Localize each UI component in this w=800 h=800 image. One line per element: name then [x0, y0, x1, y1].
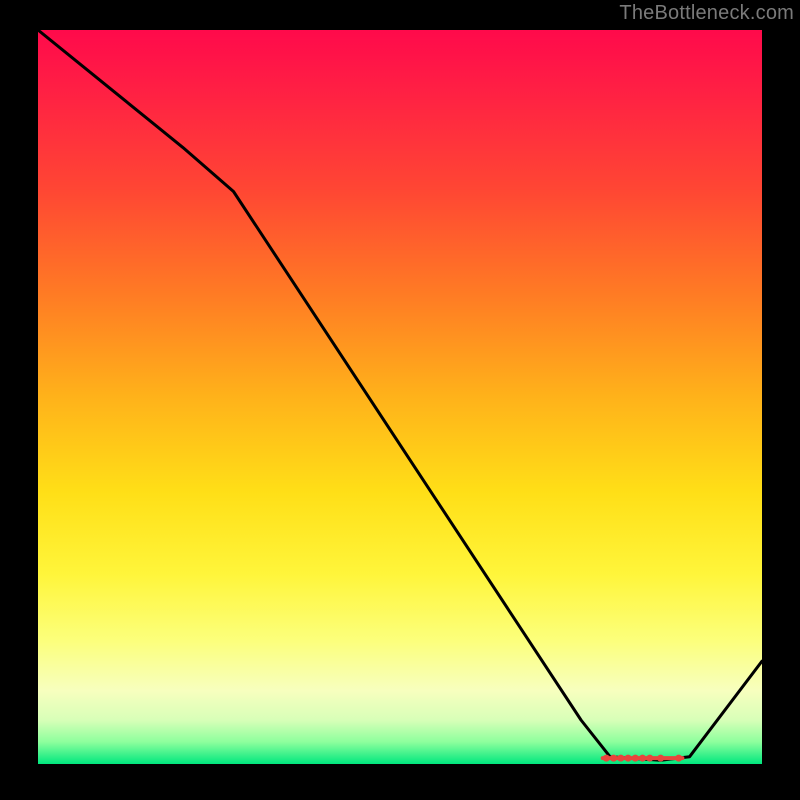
minimum-marker — [639, 755, 646, 762]
minimum-marker — [603, 755, 610, 762]
minimum-marker — [646, 755, 653, 762]
minimum-marker — [625, 755, 632, 762]
attribution-text: TheBottleneck.com — [619, 2, 794, 25]
minimum-marker — [632, 755, 639, 762]
plot-area — [38, 30, 762, 764]
minimum-marker — [657, 755, 664, 762]
chart-frame: TheBottleneck.com — [0, 0, 800, 800]
minimum-marker — [610, 755, 617, 762]
chart-svg — [38, 30, 762, 764]
bottleneck-curve-line — [38, 30, 762, 760]
minimum-marker — [675, 755, 682, 762]
minimum-marker — [617, 755, 624, 762]
